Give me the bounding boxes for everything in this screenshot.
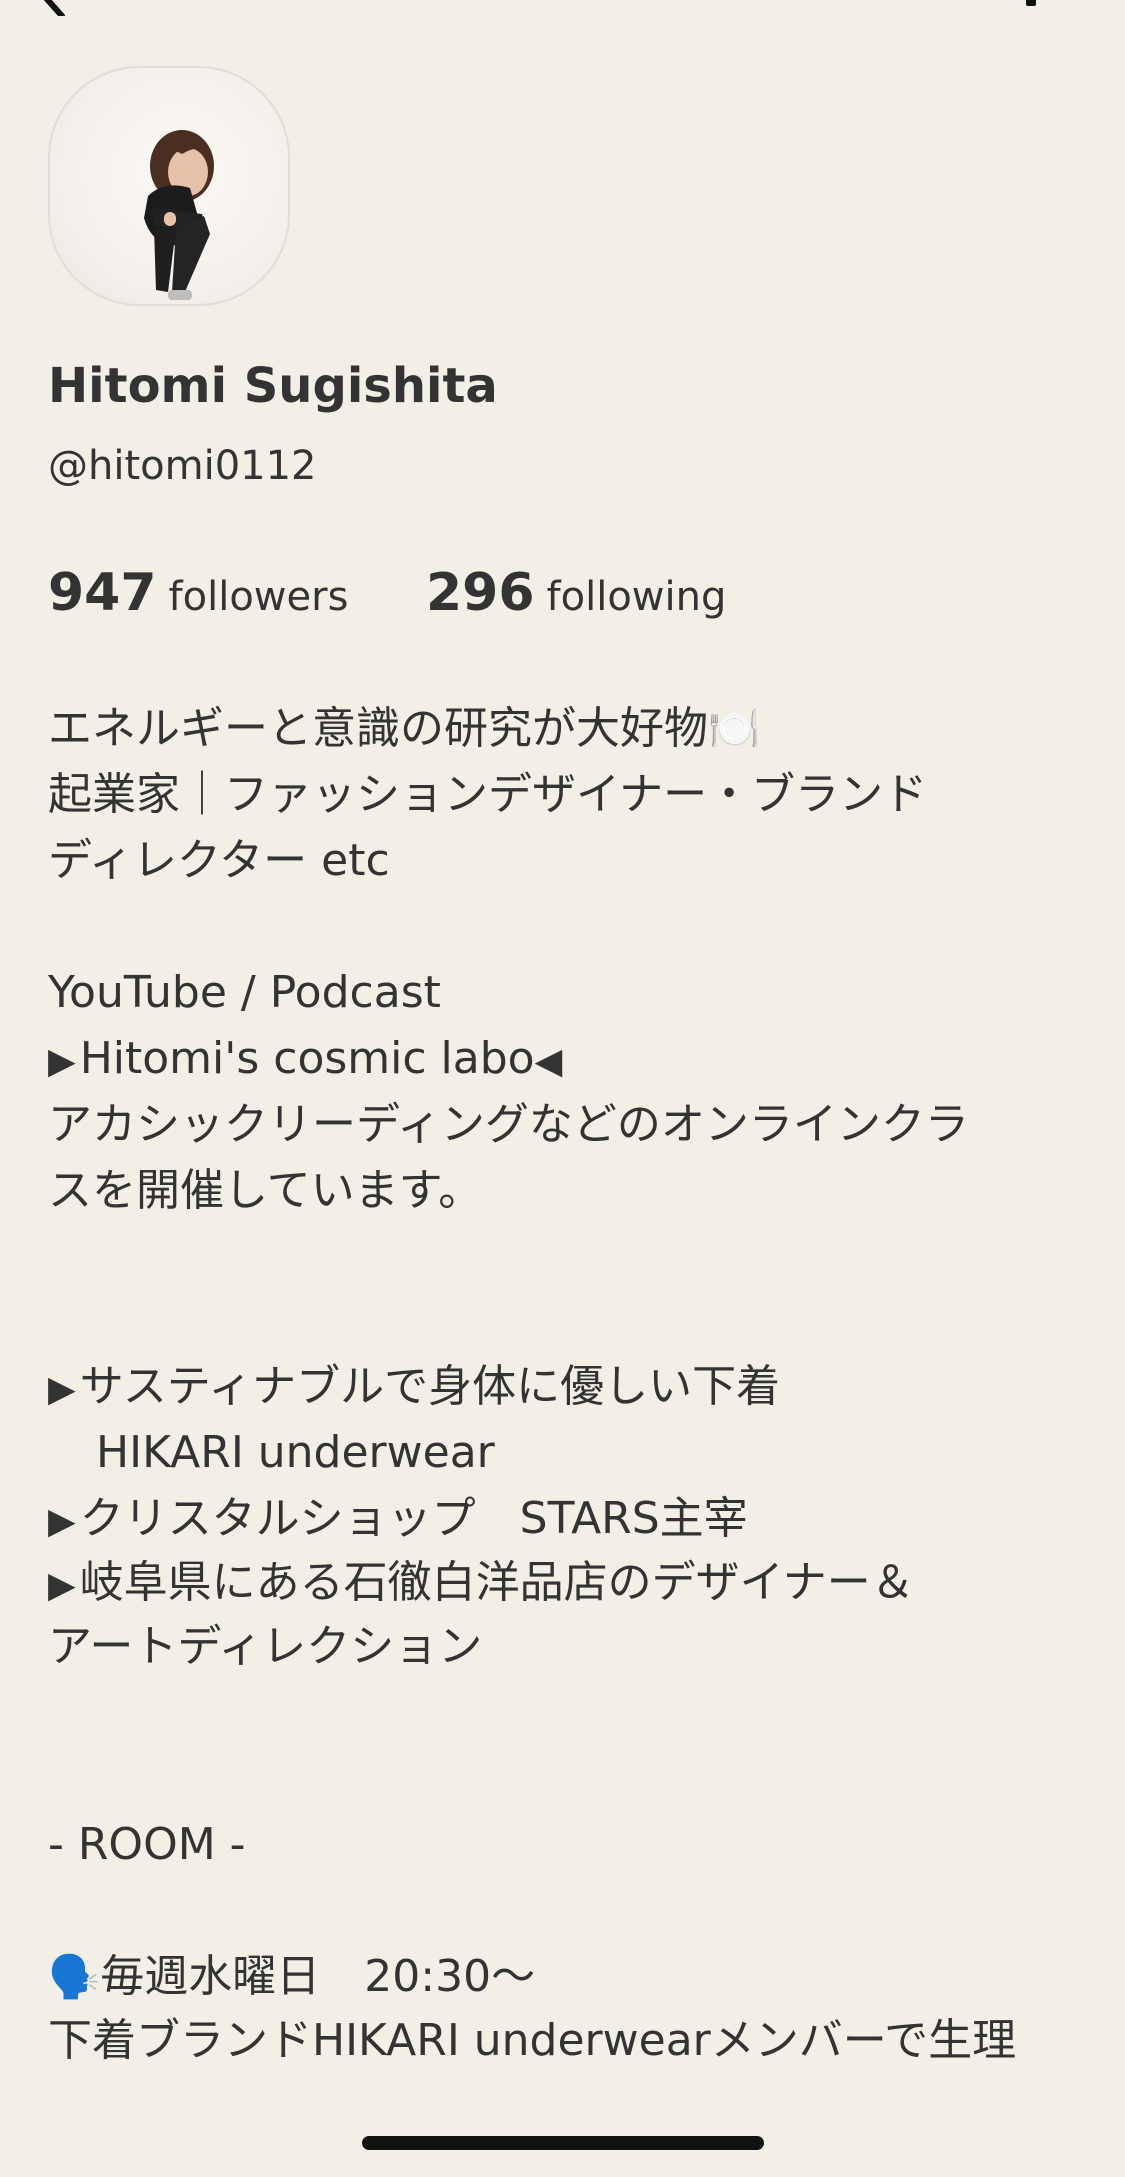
bio-line: 起業家｜ファッションデザイナー・ブランド (48, 769, 928, 820)
bio-text: 毎週水曜日 20:30〜 (100, 1951, 536, 2002)
bio-line: YouTube / Podcast (48, 967, 441, 1018)
following-label: following (546, 574, 727, 620)
bio-line: エネルギーと意識の研究が大好物🍽️ (48, 700, 760, 758)
followers-label: followers (168, 574, 349, 620)
triangle-right-icon: ▶ (48, 1369, 76, 1410)
chevron-left-icon[interactable] (38, 0, 74, 16)
bio-text: Hitomi's cosmic labo (79, 1033, 535, 1084)
profile-name: Hitomi Sugishita (48, 358, 498, 414)
triangle-right-icon: ▶ (48, 1501, 76, 1542)
triangle-right-icon: ▶ (48, 1565, 76, 1606)
bio-line: ▶サスティナブルで身体に優しい下着 (48, 1358, 780, 1419)
triangle-right-icon: ▶ (48, 1041, 76, 1082)
bio-line: アートディレクション (48, 1621, 483, 1672)
plate-icon: 🍽️ (708, 704, 761, 753)
avatar-photo (144, 130, 214, 300)
avatar[interactable] (48, 66, 290, 306)
bio-line: 下着ブランドHIKARI underwearメンバーで生理 (48, 2015, 1017, 2066)
followers-count: 947 (48, 563, 157, 623)
triangle-left-icon: ◀ (534, 1041, 563, 1082)
bio-line: ▶岐阜県にある石徹白洋品店のデザイナー＆ (48, 1554, 915, 1615)
bio-line: アカシックリーディングなどのオンラインクラ (48, 1099, 969, 1150)
bio-line: ディレクター etc (48, 835, 390, 886)
bio-text: 岐阜県にある石徹白洋品店のデザイナー＆ (79, 1557, 915, 1608)
following-stat[interactable]: 296 following (426, 558, 726, 632)
bio-line: HIKARI underwear (96, 1427, 495, 1478)
bio-line: スを開催しています。 (48, 1165, 483, 1216)
gear-icon[interactable] (996, 0, 1066, 28)
top-bar (0, 0, 1125, 40)
bio-line: ▶Hitomi's cosmic labo◀ (48, 1030, 566, 1091)
following-count: 296 (426, 563, 535, 623)
home-indicator[interactable] (362, 2136, 764, 2150)
followers-stat[interactable]: 947 followers (48, 558, 348, 632)
bio-line: ▶クリスタルショップ STARS主宰 (48, 1490, 748, 1551)
bio-text: サスティナブルで身体に優しい下着 (79, 1361, 781, 1412)
bio-line: 🗣️毎週水曜日 20:30〜 (48, 1948, 535, 2006)
bio-line: - ROOM - (48, 1819, 246, 1870)
speaking-head-icon: 🗣️ (48, 1952, 101, 2001)
profile-handle: @hitomi0112 (48, 443, 317, 489)
bio-text: エネルギーと意識の研究が大好物 (48, 703, 708, 754)
bio-text: クリスタルショップ STARS主宰 (79, 1493, 748, 1544)
